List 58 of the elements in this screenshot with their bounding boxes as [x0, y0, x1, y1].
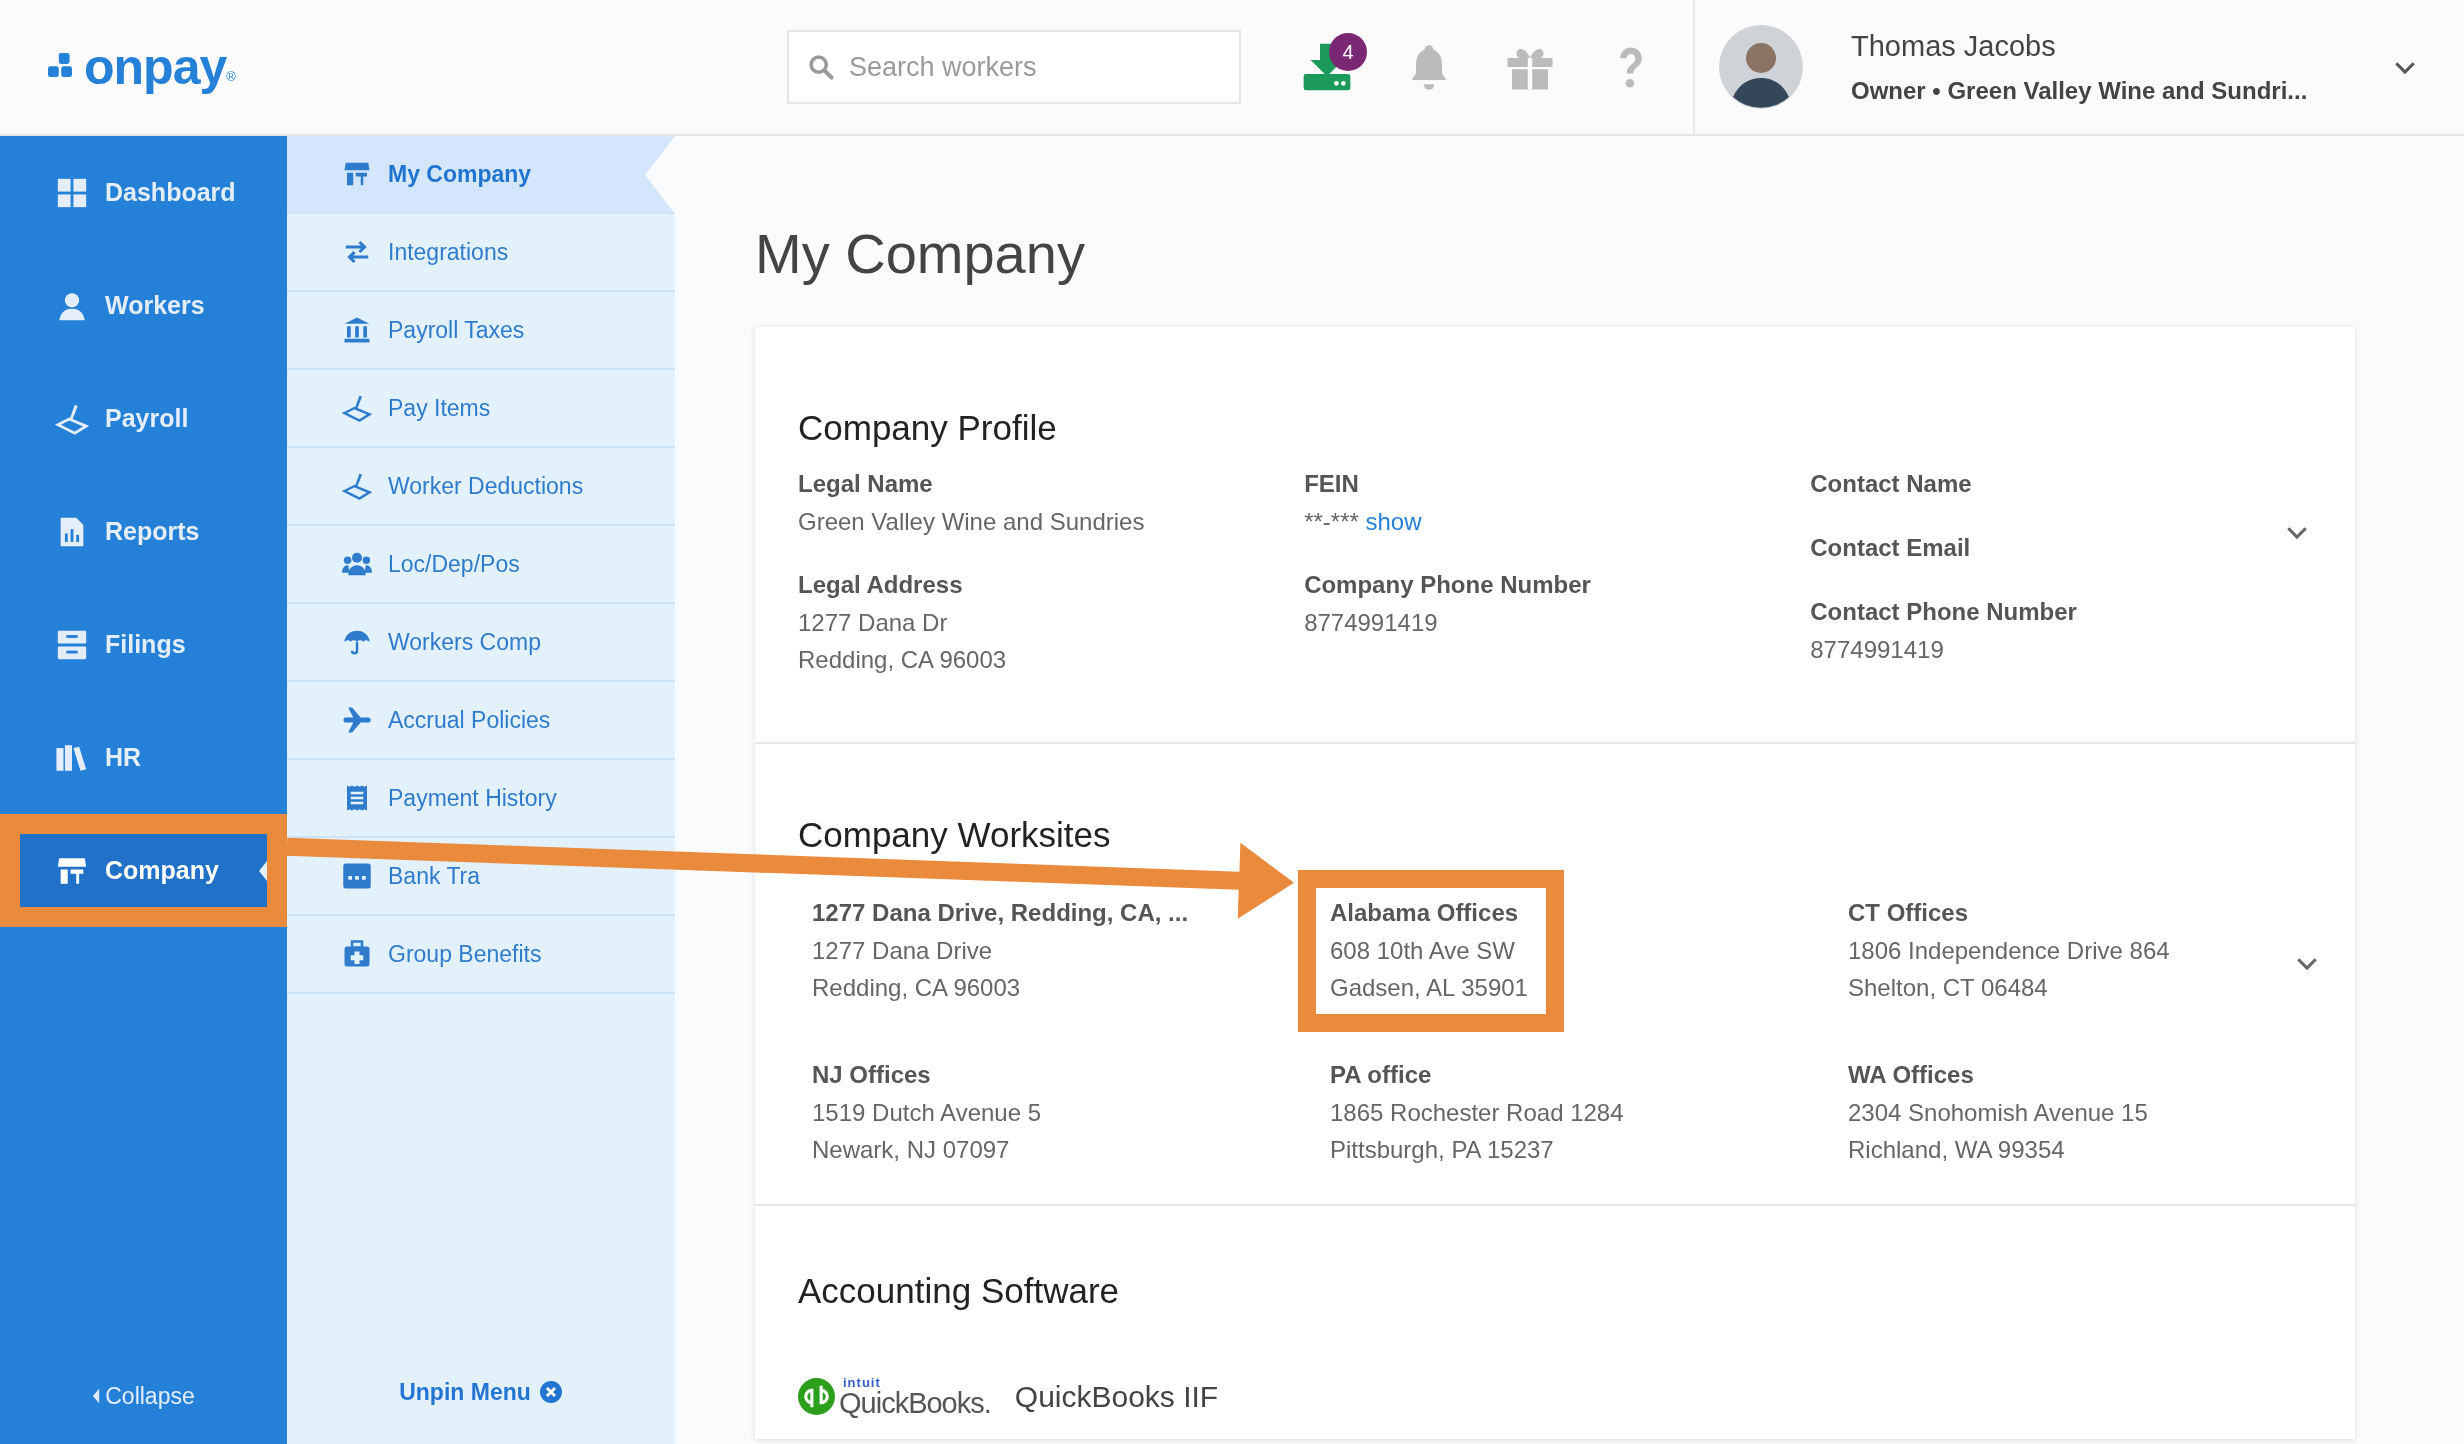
worksite-name: Alabama Offices [1330, 898, 1520, 929]
worksite-address: Shelton, CT 06484 [1848, 973, 2049, 1004]
worksite-address: Newark, NJ 07097 [812, 1135, 1011, 1166]
field-label: Contact Name [1810, 469, 1973, 500]
quickbooks-icon [798, 1378, 835, 1416]
notification-badge: 4 [1329, 33, 1367, 71]
section-title: Company Profile [798, 407, 1058, 450]
field-value: **-*** show [1304, 507, 1423, 538]
field-label: Contact Phone Number [1810, 597, 2078, 628]
field-label: FEIN [1304, 469, 1360, 500]
page-title: My Company [755, 221, 1086, 287]
worksite-address: 1806 Independence Drive 864 [1848, 936, 2170, 967]
worksite-name: WA Offices [1848, 1060, 1975, 1091]
worksite-address: 2304 Snohomish Avenue 15 [1848, 1098, 2148, 1129]
worksite-address: 1865 Rochester Road 1284 [1330, 1098, 1624, 1129]
logo-brand: intuit [843, 1375, 882, 1389]
field-label: Company Phone Number [1304, 570, 1592, 601]
worksite-address: Redding, CA 96003 [812, 973, 1022, 1004]
worksite-name: NJ Offices [812, 1060, 932, 1091]
registered-mark: ® [226, 68, 236, 84]
keypad-icon [342, 861, 372, 891]
airplane-icon [342, 705, 372, 735]
medical-kit-icon [342, 939, 372, 969]
collapse-button[interactable]: Collapse [86, 1377, 201, 1414]
worksite-address: 1277 Dana Drive [812, 936, 994, 967]
worksite-name: PA office [1330, 1060, 1433, 1091]
field-label: Contact Email [1810, 533, 1972, 564]
field-value: Redding, CA 96003 [798, 645, 1008, 676]
close-icon [538, 1379, 563, 1404]
software-name: QuickBooks IIF [1014, 1379, 1219, 1416]
user-role: Owner • Green Valley Wine and Sundri... [1851, 75, 2309, 106]
worksite-name: 1277 Dana Drive, Redding, CA, ... [812, 898, 1189, 929]
show-link[interactable]: show [1365, 508, 1422, 536]
logo-text: onpay [84, 42, 227, 92]
field-value: 8774991419 [1810, 635, 1945, 666]
worksite-address: Pittsburgh, PA 15237 [1330, 1135, 1555, 1166]
worksite-address: Gadsen, AL 35901 [1330, 973, 1528, 1004]
bank-icon [342, 315, 372, 345]
logo-name: QuickBooks. [839, 1388, 991, 1418]
section-title: Accounting Software [798, 1270, 1120, 1313]
user-name: Thomas Jacobs [1851, 29, 2057, 65]
worksite-address: 608 10th Ave SW [1330, 936, 1516, 967]
field-value: 1277 Dana Dr [798, 608, 949, 639]
submenu-item[interactable]: My Company [287, 136, 675, 214]
worksite-address: 1519 Dutch Avenue 5 [812, 1098, 1042, 1129]
field-value: Green Valley Wine and Sundries [798, 507, 1146, 538]
unpin-menu-button[interactable]: Unpin Menu [393, 1373, 569, 1410]
caret-left-icon [259, 860, 267, 881]
search-field[interactable]: Search workers [787, 30, 1241, 104]
field-label: Legal Name [798, 469, 934, 500]
nav-item[interactable]: Company [0, 814, 287, 927]
worksite-address: Richland, WA 99354 [1848, 1135, 2066, 1166]
stamp-icon [342, 393, 372, 423]
worksite-name: CT Offices [1848, 898, 1970, 929]
stamp-icon [342, 471, 372, 501]
field-label: Legal Address [798, 570, 964, 601]
field-value: 8774991419 [1304, 608, 1439, 639]
section-title: Company Worksites [798, 814, 1112, 857]
